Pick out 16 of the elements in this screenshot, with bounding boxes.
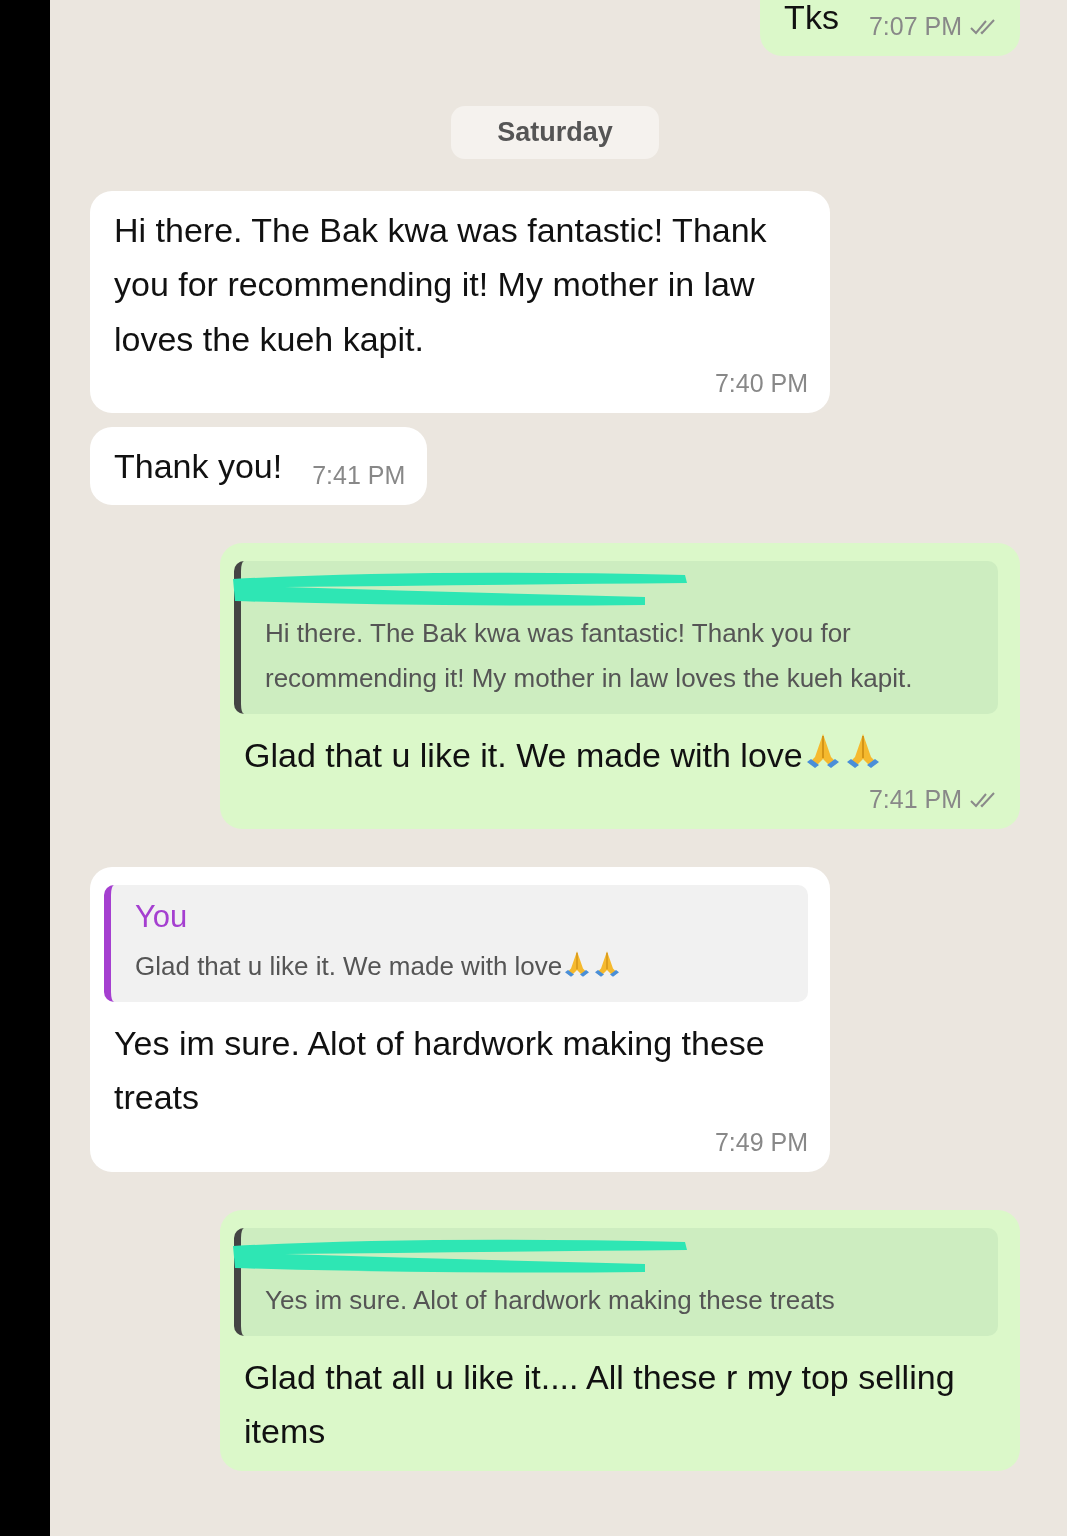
message-text: Thank you! [114, 446, 283, 488]
message-time: 7:41 PM [312, 460, 406, 492]
message-text: Hi there. The Bak kwa was fantastic! Thank you for recommending it! My mother in law loves the kueh kapit. [114, 209, 768, 360]
message-text: Yes im sure. Alot of hardwork making these treats [114, 1023, 766, 1119]
message-time: 7:41 PM [868, 784, 962, 816]
message-text: Glad that all u like it.... All these r my top selling items [244, 1357, 956, 1453]
date-label: Saturday [451, 106, 659, 159]
message-time: 7:40 PM [714, 368, 808, 400]
quote-text: Glad that u like it. We made with love [135, 943, 792, 989]
quote-text: Hi there. The Bak kwa was fantastic! Thank you for recommending it! My mother in law loves the kueh kapit. [265, 617, 914, 695]
message-time: 7:07 PM [868, 11, 962, 43]
quote-author: You [135, 898, 189, 937]
quote-text: Yes im sure. Alot of hardwork making these treats [265, 1283, 836, 1317]
message-time: 7:49 PM [714, 1126, 808, 1158]
message-text: Tks [784, 0, 839, 38]
message-text: Glad that u like it. We made with love [244, 727, 883, 783]
